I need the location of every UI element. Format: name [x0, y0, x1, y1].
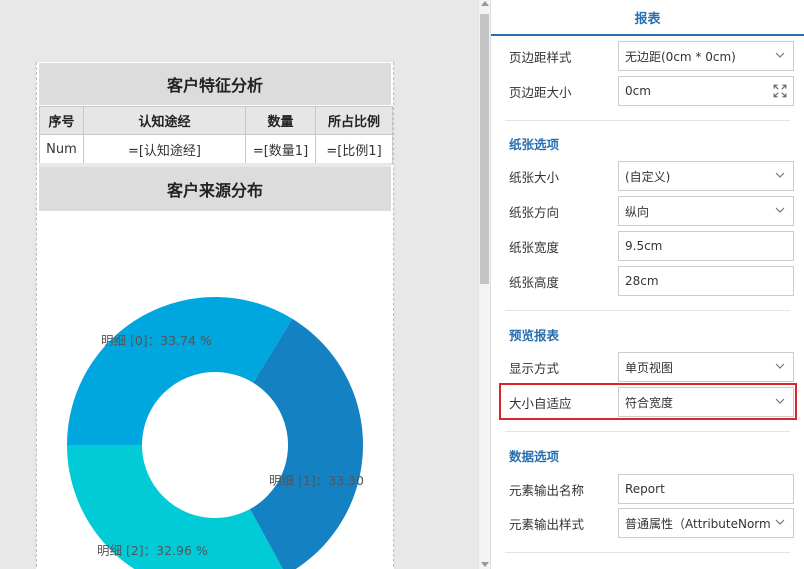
report-title[interactable]: 客户特征分析: [39, 63, 391, 105]
report-canvas: 客户特征分析 序号 认知途经 数量 所占比例 Num =[认知途经] =[数量1…: [0, 0, 478, 569]
data-section-title: 数据选项: [509, 449, 560, 464]
display-mode-row: 显示方式 单页视图: [509, 352, 794, 382]
paper-width-value: 9.5cm: [625, 239, 663, 253]
table-cell[interactable]: =[比例1]: [315, 134, 393, 164]
table-header-cell[interactable]: 所占比例: [315, 106, 393, 135]
table-header-cell[interactable]: 数量: [245, 106, 316, 135]
margin-style-label: 页边距样式: [509, 49, 572, 65]
pie-label-0: 明细 [0]：33.74 %: [101, 333, 212, 348]
table-cell[interactable]: =[数量1]: [245, 134, 316, 164]
table-row: Num =[认知途经] =[数量1] =[比例1]: [39, 134, 393, 164]
margin-style-value: 无边距(0cm * 0cm): [625, 49, 736, 64]
output-name-input[interactable]: Report: [618, 474, 794, 504]
table-cell[interactable]: Num: [39, 134, 84, 164]
paper-orientation-value: 纵向: [625, 204, 650, 219]
margin-size-field[interactable]: 0cm: [618, 76, 794, 106]
property-panel: 报表 页边距样式 无边距(0cm * 0cm) 页边距大小 0cm 纸张选项 纸…: [490, 0, 804, 569]
paper-height-label: 纸张高度: [509, 274, 560, 290]
paper-size-row: 纸张大小 (自定义): [509, 161, 794, 191]
donut-chart[interactable]: 明细 [0]：33.74 % 明细 [1]：33.30 明细 [2]：32.96 %: [37, 212, 393, 569]
table-header-row: 序号 认知途经 数量 所占比例: [39, 106, 393, 135]
margin-style-row: 页边距样式 无边距(0cm * 0cm): [509, 41, 794, 71]
output-style-label: 元素输出样式: [509, 516, 585, 532]
chevron-down-icon: [775, 519, 785, 525]
paper-size-value: (自定义): [625, 169, 671, 184]
canvas-scrollbar[interactable]: [478, 0, 490, 569]
tab-report[interactable]: 报表: [491, 0, 804, 36]
pie-slice-0[interactable]: [67, 297, 293, 445]
paper-height-input[interactable]: 28cm: [618, 266, 794, 296]
margin-size-row: 页边距大小 0cm: [509, 76, 794, 106]
output-name-row: 元素输出名称 Report: [509, 474, 794, 504]
display-mode-label: 显示方式: [509, 360, 560, 376]
output-name-value: Report: [625, 482, 665, 496]
divider: [505, 120, 790, 121]
paper-size-select[interactable]: (自定义): [618, 161, 794, 191]
display-mode-select[interactable]: 单页视图: [618, 352, 794, 382]
display-mode-value: 单页视图: [625, 360, 674, 375]
expand-icon[interactable]: [773, 84, 787, 98]
chevron-down-icon: [775, 172, 785, 178]
table-cell[interactable]: =[认知途经]: [83, 134, 246, 164]
paper-width-label: 纸张宽度: [509, 239, 560, 255]
divider: [505, 431, 790, 432]
paper-height-value: 28cm: [625, 274, 659, 288]
output-name-label: 元素输出名称: [509, 482, 585, 498]
paper-orientation-label: 纸张方向: [509, 204, 560, 220]
chevron-down-icon: [775, 52, 785, 58]
margin-size-value: 0cm: [625, 84, 651, 98]
paper-orientation-select[interactable]: 纵向: [618, 196, 794, 226]
table-header-cell[interactable]: 序号: [39, 106, 84, 135]
paper-width-input[interactable]: 9.5cm: [618, 231, 794, 261]
pie-label-1: 明细 [1]：33.30: [269, 473, 364, 488]
paper-height-row: 纸张高度 28cm: [509, 266, 794, 296]
preview-section-title: 预览报表: [509, 328, 560, 343]
paper-width-row: 纸张宽度 9.5cm: [509, 231, 794, 261]
paper-section-title: 纸张选项: [509, 137, 560, 152]
table-header-cell[interactable]: 认知途经: [83, 106, 246, 135]
paper-size-label: 纸张大小: [509, 169, 560, 185]
output-style-select[interactable]: 普通属性（AttributeNorm: [618, 508, 794, 538]
report-paper[interactable]: 客户特征分析 序号 认知途经 数量 所占比例 Num =[认知途经] =[数量1…: [36, 62, 394, 569]
margin-style-select[interactable]: 无边距(0cm * 0cm): [618, 41, 794, 71]
output-style-row: 元素输出样式 普通属性（AttributeNorm: [509, 508, 794, 538]
highlight-box: [499, 383, 797, 420]
pie-label-2: 明细 [2]：32.96 %: [97, 543, 208, 558]
chart-title[interactable]: 客户来源分布: [39, 167, 391, 211]
margin-size-label: 页边距大小: [509, 84, 572, 100]
report-table: 序号 认知途经 数量 所占比例 Num =[认知途经] =[数量1] =[比例1…: [39, 106, 393, 164]
divider: [505, 552, 790, 553]
output-style-value: 普通属性（AttributeNorm: [625, 516, 771, 531]
scroll-thumb[interactable]: [480, 14, 489, 284]
chevron-down-icon: [775, 363, 785, 369]
scroll-up-icon[interactable]: [481, 1, 489, 6]
paper-orientation-row: 纸张方向 纵向: [509, 196, 794, 226]
divider: [505, 310, 790, 311]
scroll-down-icon[interactable]: [481, 562, 489, 567]
chevron-down-icon: [775, 207, 785, 213]
